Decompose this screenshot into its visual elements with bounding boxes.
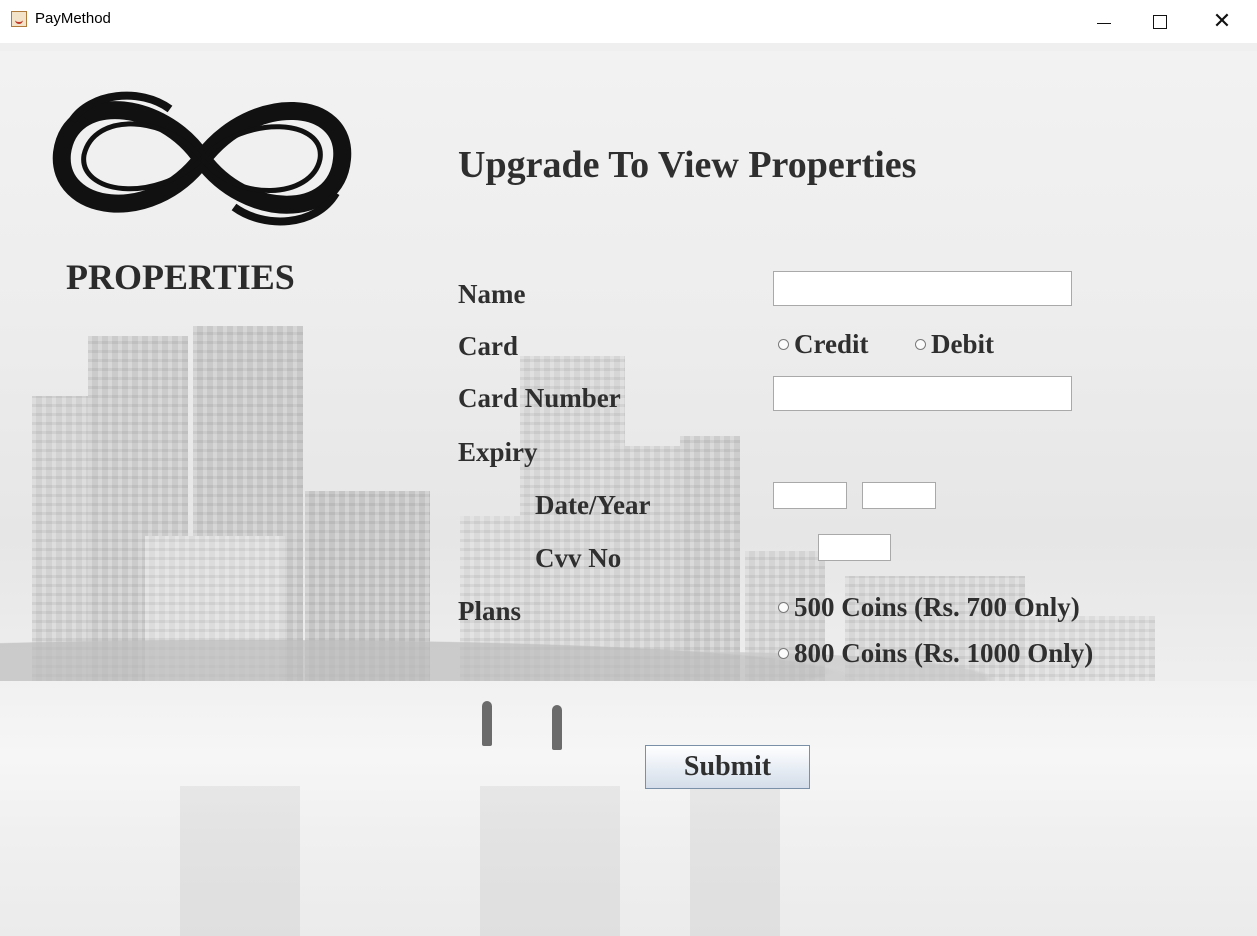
- expiry-label: Expiry: [458, 437, 538, 467]
- plan-800-label: 800 Coins (Rs. 1000 Only): [794, 638, 1094, 668]
- maximize-button[interactable]: [1137, 0, 1183, 43]
- page-title: Upgrade To View Properties: [458, 144, 917, 186]
- plan-800-radio[interactable]: 800 Coins (Rs. 1000 Only): [778, 638, 1093, 669]
- cvv-field[interactable]: [818, 534, 891, 561]
- background-beach: [0, 681, 1257, 936]
- brand-name: PROPERTIES: [66, 257, 295, 297]
- date-year-label: Date/Year: [535, 490, 651, 520]
- close-button[interactable]: ✕: [1199, 0, 1245, 43]
- radio-circle-icon: [778, 602, 789, 613]
- minimize-icon: [1097, 23, 1111, 24]
- background-person: [482, 701, 492, 746]
- plans-label: Plans: [458, 596, 522, 626]
- card-number-field[interactable]: [773, 376, 1072, 411]
- plan-500-radio[interactable]: 500 Coins (Rs. 700 Only): [778, 592, 1080, 623]
- radio-circle-icon: [778, 339, 789, 350]
- content-panel: PROPERTIES Upgrade To View Properties Na…: [0, 51, 1257, 936]
- close-icon: ✕: [1212, 8, 1232, 34]
- name-label: Name: [458, 279, 526, 309]
- expiry-month-field[interactable]: [773, 482, 847, 509]
- submit-button[interactable]: Submit: [645, 745, 810, 789]
- radio-circle-icon: [778, 648, 789, 659]
- infinity-logo-icon: [52, 91, 352, 226]
- credit-radio[interactable]: Credit: [778, 329, 869, 360]
- background-reflection: [690, 786, 780, 936]
- name-field[interactable]: [773, 271, 1072, 306]
- window-title: PayMethod: [35, 10, 111, 27]
- card-label: Card: [458, 331, 518, 361]
- radio-circle-icon: [915, 339, 926, 350]
- java-cup-icon: [11, 11, 27, 27]
- debit-radio[interactable]: Debit: [915, 329, 994, 360]
- cvv-label: Cvv No: [535, 543, 622, 573]
- card-number-label: Card Number: [458, 383, 621, 413]
- credit-radio-label: Credit: [794, 329, 869, 359]
- background-person: [552, 705, 562, 750]
- expiry-year-field[interactable]: [862, 482, 936, 509]
- title-bar: PayMethod ✕: [0, 0, 1257, 43]
- maximize-icon: [1153, 14, 1167, 29]
- background-reflection: [480, 786, 620, 936]
- minimize-button[interactable]: [1081, 0, 1127, 43]
- background-reflection: [180, 786, 300, 936]
- debit-radio-label: Debit: [931, 329, 994, 359]
- title-separator: [0, 43, 1257, 51]
- plan-500-label: 500 Coins (Rs. 700 Only): [794, 592, 1080, 622]
